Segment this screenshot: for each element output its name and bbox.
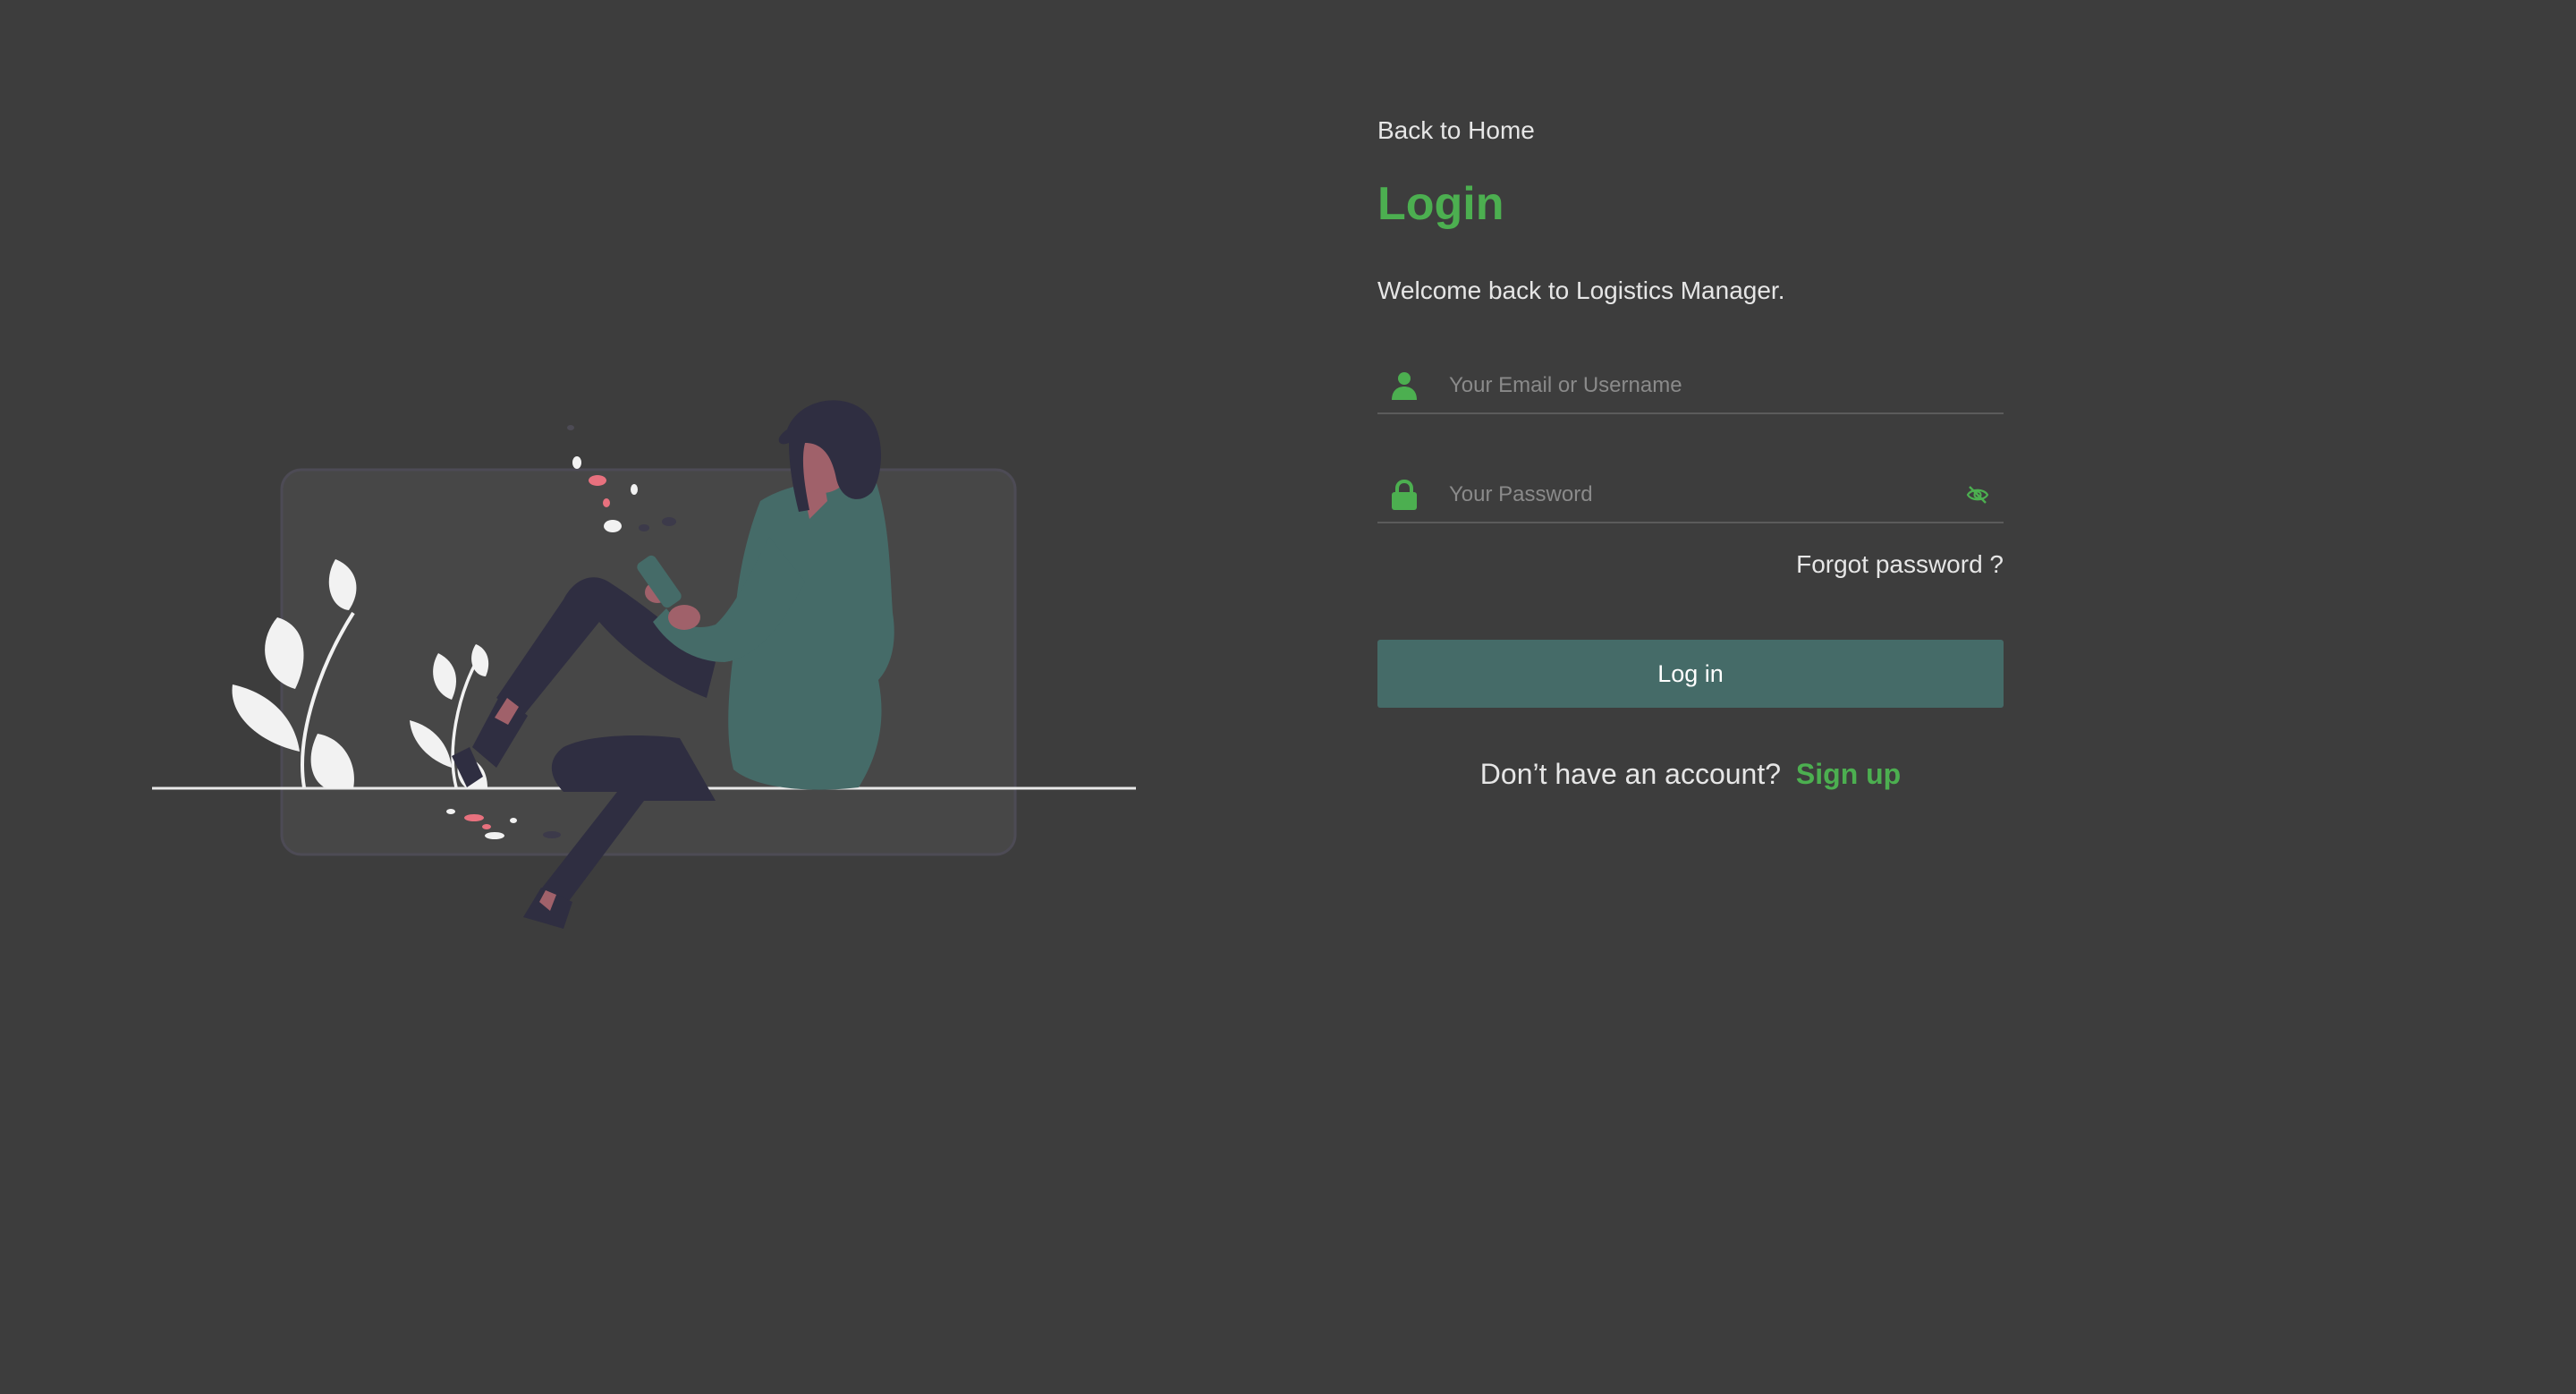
password-field	[1377, 468, 2004, 524]
woman-sitting-illustration	[152, 400, 1136, 929]
user-icon	[1390, 370, 1419, 402]
login-panel: Back to Home Login Welcome back to Logis…	[1377, 107, 2004, 791]
login-button[interactable]: Log in	[1377, 640, 2004, 709]
lock-icon	[1390, 479, 1419, 511]
email-field	[1377, 359, 2004, 415]
email-input[interactable]	[1447, 367, 2004, 405]
no-account-text: Don’t have an account?	[1479, 758, 1782, 791]
forgot-row: Forgot password ?	[1377, 550, 2004, 579]
login-page: Back to Home Login Welcome back to Logis…	[0, 0, 2576, 1394]
password-input[interactable]	[1447, 476, 1962, 514]
eye-off-icon[interactable]	[1962, 480, 1993, 510]
page-title: Login	[1377, 178, 1504, 230]
forgot-password-link[interactable]: Forgot password ?	[1796, 550, 2004, 578]
sign-up-link[interactable]: Sign up	[1796, 758, 1901, 790]
welcome-message: Welcome back to Logistics Manager.	[1377, 276, 1785, 305]
signup-row: Don’t have an account? Sign up	[1377, 758, 2004, 791]
back-to-home-link[interactable]: Back to Home	[1377, 116, 1535, 145]
